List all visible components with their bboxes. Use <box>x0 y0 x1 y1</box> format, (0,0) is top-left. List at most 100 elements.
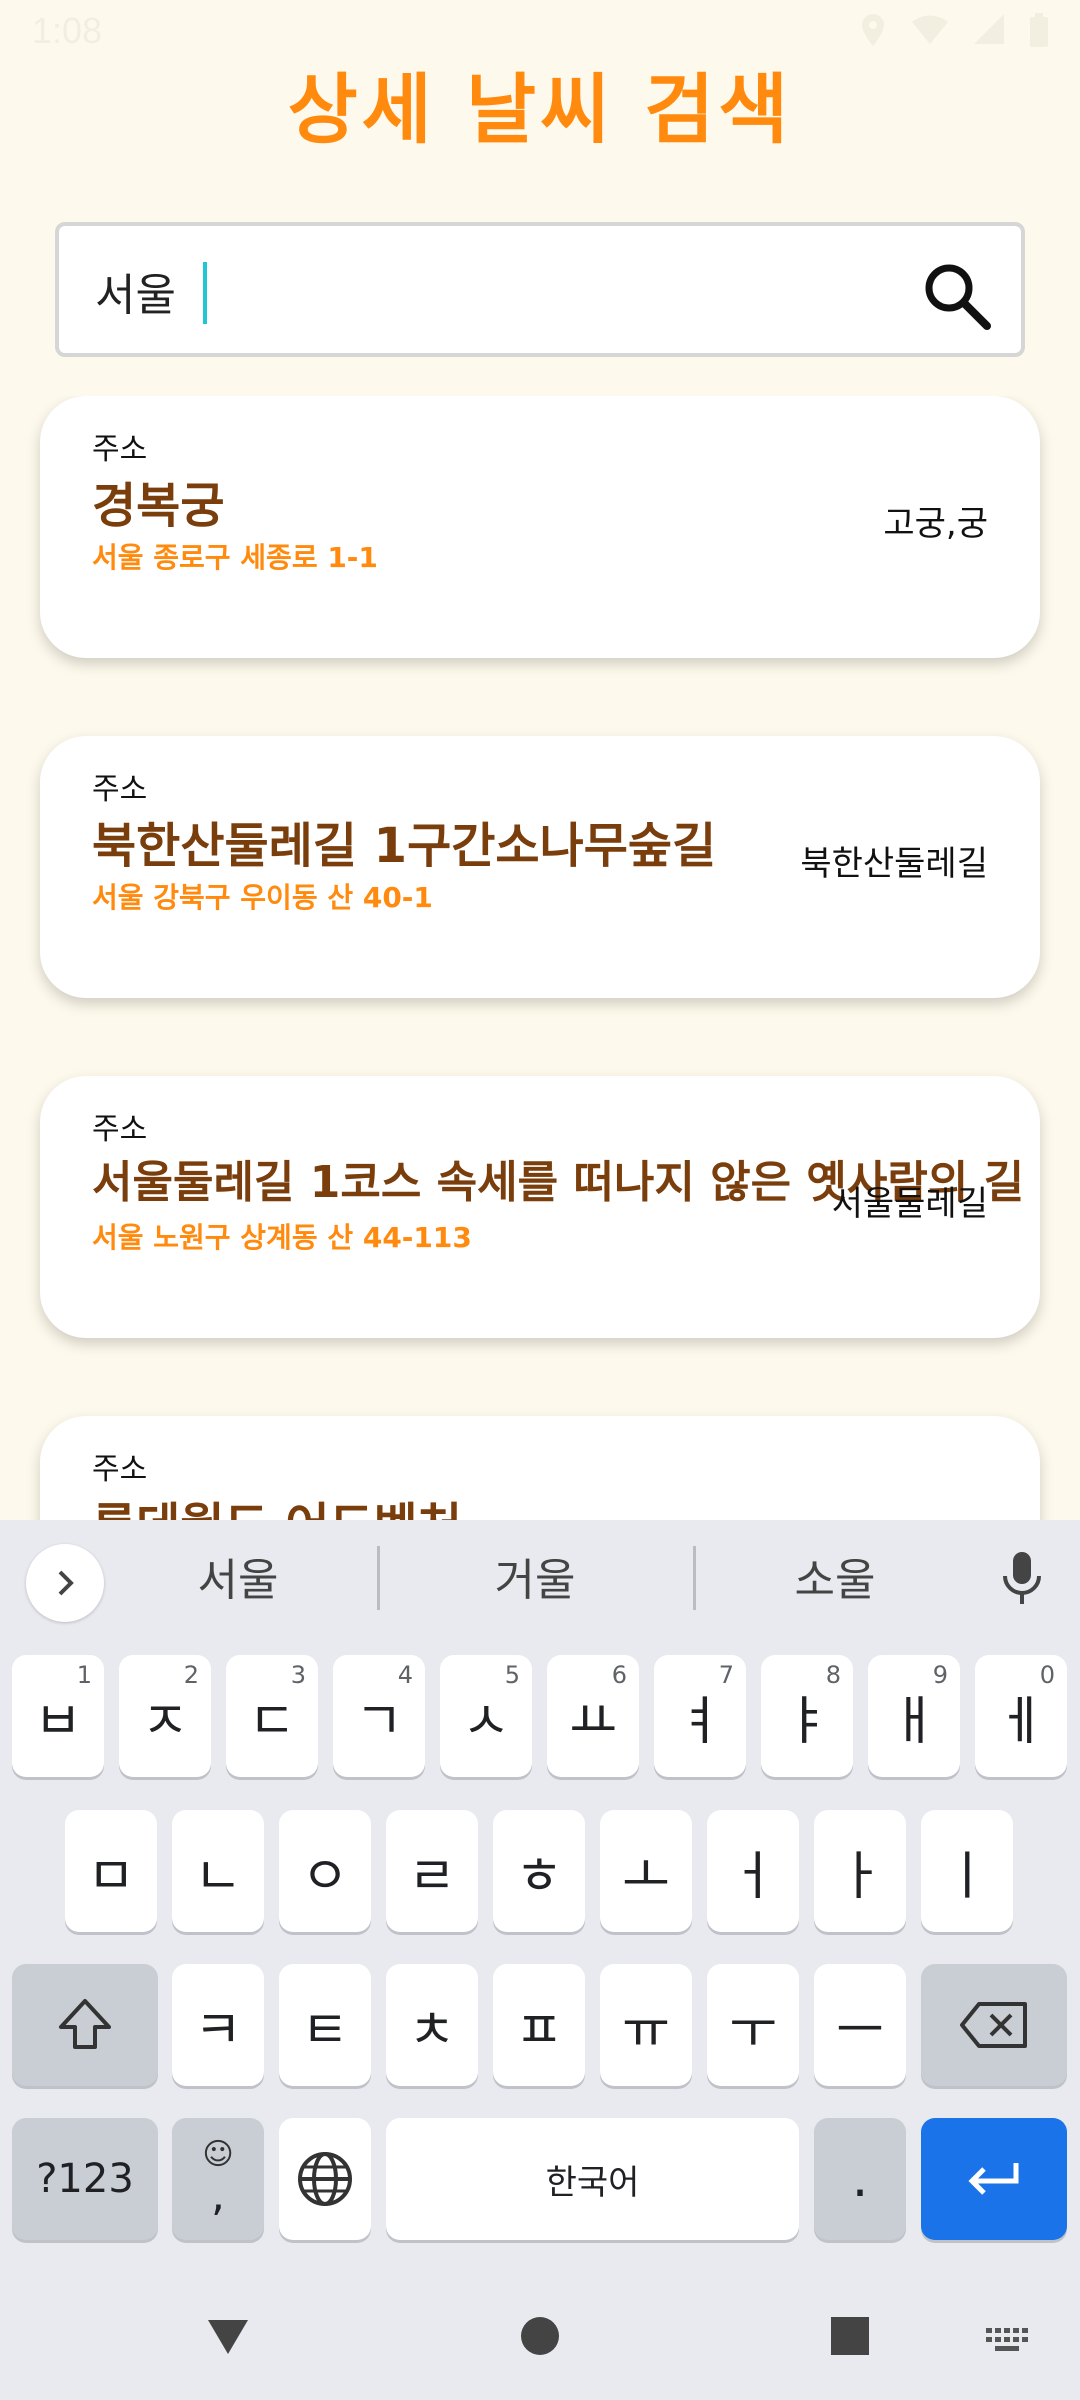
card-category: 고궁,궁 <box>883 504 988 544</box>
card-title: 롯데월드 어드벤처 <box>92 1486 462 1520</box>
card-category: 북한산둘레길 <box>800 844 988 884</box>
suggestion-1[interactable]: 서울 <box>108 1544 368 1608</box>
key[interactable]: ㄴ <box>172 1810 264 1932</box>
text-cursor <box>203 262 207 324</box>
backspace-icon <box>960 2002 1027 2048</box>
key-label: ㅅ <box>462 1691 510 1752</box>
key[interactable]: ㅋ <box>172 1964 264 2086</box>
search-input[interactable] <box>95 256 915 326</box>
suggestion-3[interactable]: 소울 <box>705 1544 965 1608</box>
key-hint: 9 <box>932 1661 948 1689</box>
key[interactable]: ㅐ9 <box>868 1655 960 1777</box>
key-label: ㅂ <box>34 1691 82 1752</box>
key-label: ㅑ <box>783 1691 831 1752</box>
key[interactable]: ㅡ <box>814 1964 906 2086</box>
card-address: 서울 강북구 우이동 산 40-1 <box>92 881 433 914</box>
recents-icon[interactable] <box>830 2316 870 2356</box>
status-time: 1:08 <box>32 10 103 51</box>
card-label: 주소 <box>92 1112 148 1147</box>
status-icons <box>858 12 1050 48</box>
suggestion-divider <box>377 1546 380 1610</box>
comma-label: , <box>211 2170 225 2221</box>
results-list[interactable]: 주소 경복궁 서울 종로구 세종로 1-1 고궁,궁 주소 북한산둘레길 1구간… <box>0 396 1080 1520</box>
key[interactable]: ㅍ <box>493 1964 585 2086</box>
key[interactable]: ㅜ <box>707 1964 799 2086</box>
key[interactable]: ㅅ5 <box>440 1655 532 1777</box>
key[interactable]: ㅓ <box>707 1810 799 1932</box>
emoji-icon: ☺ <box>202 2137 234 2172</box>
keyboard-switch-icon[interactable] <box>986 2328 1030 2352</box>
key-hint: 5 <box>504 1661 520 1689</box>
globe-icon <box>298 2152 352 2206</box>
card-address: 서울 노원구 상계동 산 44-113 <box>92 1221 472 1254</box>
key-hint: 1 <box>76 1661 92 1689</box>
key-hint: 3 <box>290 1661 306 1689</box>
key[interactable]: ㅇ <box>279 1810 371 1932</box>
location-icon <box>862 14 884 46</box>
search-icon[interactable] <box>921 260 993 332</box>
backspace-key[interactable] <box>921 1964 1067 2086</box>
shift-icon <box>59 1999 111 2049</box>
key-hint: 4 <box>397 1661 413 1689</box>
language-key[interactable] <box>279 2118 371 2240</box>
key-hint: 0 <box>1039 1661 1055 1689</box>
key-hint: 2 <box>183 1661 199 1689</box>
suggestion-2[interactable]: 거울 <box>405 1544 665 1608</box>
microphone-icon[interactable] <box>1000 1550 1044 1606</box>
key-label: ㄱ <box>355 1691 403 1752</box>
enter-key[interactable] <box>921 2118 1067 2240</box>
suggestion-divider <box>693 1546 696 1610</box>
key-hint: 6 <box>611 1661 627 1689</box>
key[interactable]: ㅏ <box>814 1810 906 1932</box>
keyboard: 서울 거울 소울 ㅂ1 ㅈ2 ㄷ3 ㄱ4 ㅅ5 ㅛ6 ㅕ7 ㅑ8 ㅐ9 ㅔ0 ㅁ… <box>0 1520 1080 2400</box>
key[interactable]: ㅂ1 <box>12 1655 104 1777</box>
key[interactable]: ㄱ4 <box>333 1655 425 1777</box>
period-key[interactable]: . <box>814 2118 906 2240</box>
back-icon[interactable] <box>204 2316 252 2356</box>
key-label: ㅛ <box>569 1691 617 1752</box>
key[interactable]: ㅊ <box>386 1964 478 2086</box>
expand-toolbar-button[interactable] <box>26 1544 104 1622</box>
result-card[interactable]: 주소 북한산둘레길 1구간소나무숲길 서울 강북구 우이동 산 40-1 북한산… <box>40 736 1040 998</box>
key[interactable]: ㅈ2 <box>119 1655 211 1777</box>
card-label: 주소 <box>92 1452 148 1487</box>
signal-icon <box>974 14 1004 44</box>
key[interactable]: ㄷ3 <box>226 1655 318 1777</box>
suggestion-bar: 서울 거울 소울 <box>0 1520 1080 1638</box>
key[interactable]: ㅎ <box>493 1810 585 1932</box>
battery-icon <box>1030 13 1048 47</box>
card-label: 주소 <box>92 432 148 467</box>
symbols-key[interactable]: ?123 <box>12 2118 158 2240</box>
enter-icon <box>968 2163 1019 2195</box>
result-card[interactable]: 주소 서울둘레길 1코스 속세를 떠나지 않은 옛사람의 길 서울 노원구 상계… <box>40 1076 1040 1338</box>
key-label: ㅕ <box>676 1691 724 1752</box>
home-icon[interactable] <box>520 2316 560 2356</box>
chevron-right-icon <box>58 1570 74 1596</box>
navigation-bar <box>0 2280 1080 2400</box>
key-label: ㅐ <box>890 1691 938 1752</box>
emoji-comma-key[interactable]: ☺ , <box>172 2118 264 2240</box>
key[interactable]: ㅁ <box>65 1810 157 1932</box>
shift-key[interactable] <box>12 1964 158 2086</box>
key[interactable]: ㅛ6 <box>547 1655 639 1777</box>
key[interactable]: ㅑ8 <box>761 1655 853 1777</box>
key-label: ㅔ <box>997 1691 1045 1752</box>
key-label: ㄷ <box>248 1691 296 1752</box>
card-address: 서울 종로구 세종로 1-1 <box>92 541 378 574</box>
search-box[interactable] <box>55 222 1025 357</box>
space-key[interactable]: 한국어 <box>386 2118 799 2240</box>
key-hint: 8 <box>825 1661 841 1689</box>
key[interactable]: ㅌ <box>279 1964 371 2086</box>
key[interactable]: ㄹ <box>386 1810 478 1932</box>
card-title: 북한산둘레길 1구간소나무숲길 <box>92 818 717 874</box>
result-card[interactable]: 주소 경복궁 서울 종로구 세종로 1-1 고궁,궁 <box>40 396 1040 658</box>
key[interactable]: ㅔ0 <box>975 1655 1067 1777</box>
key[interactable]: ㅠ <box>600 1964 692 2086</box>
page-title: 상세 날씨 검색 <box>287 65 793 154</box>
key[interactable]: ㅣ <box>921 1810 1013 1932</box>
key[interactable]: ㅕ7 <box>654 1655 746 1777</box>
key[interactable]: ㅗ <box>600 1810 692 1932</box>
key-hint: 7 <box>718 1661 734 1689</box>
result-card[interactable]: 주소 롯데월드 어드벤처 <box>40 1416 1040 1520</box>
key-label: ㅈ <box>141 1691 189 1752</box>
